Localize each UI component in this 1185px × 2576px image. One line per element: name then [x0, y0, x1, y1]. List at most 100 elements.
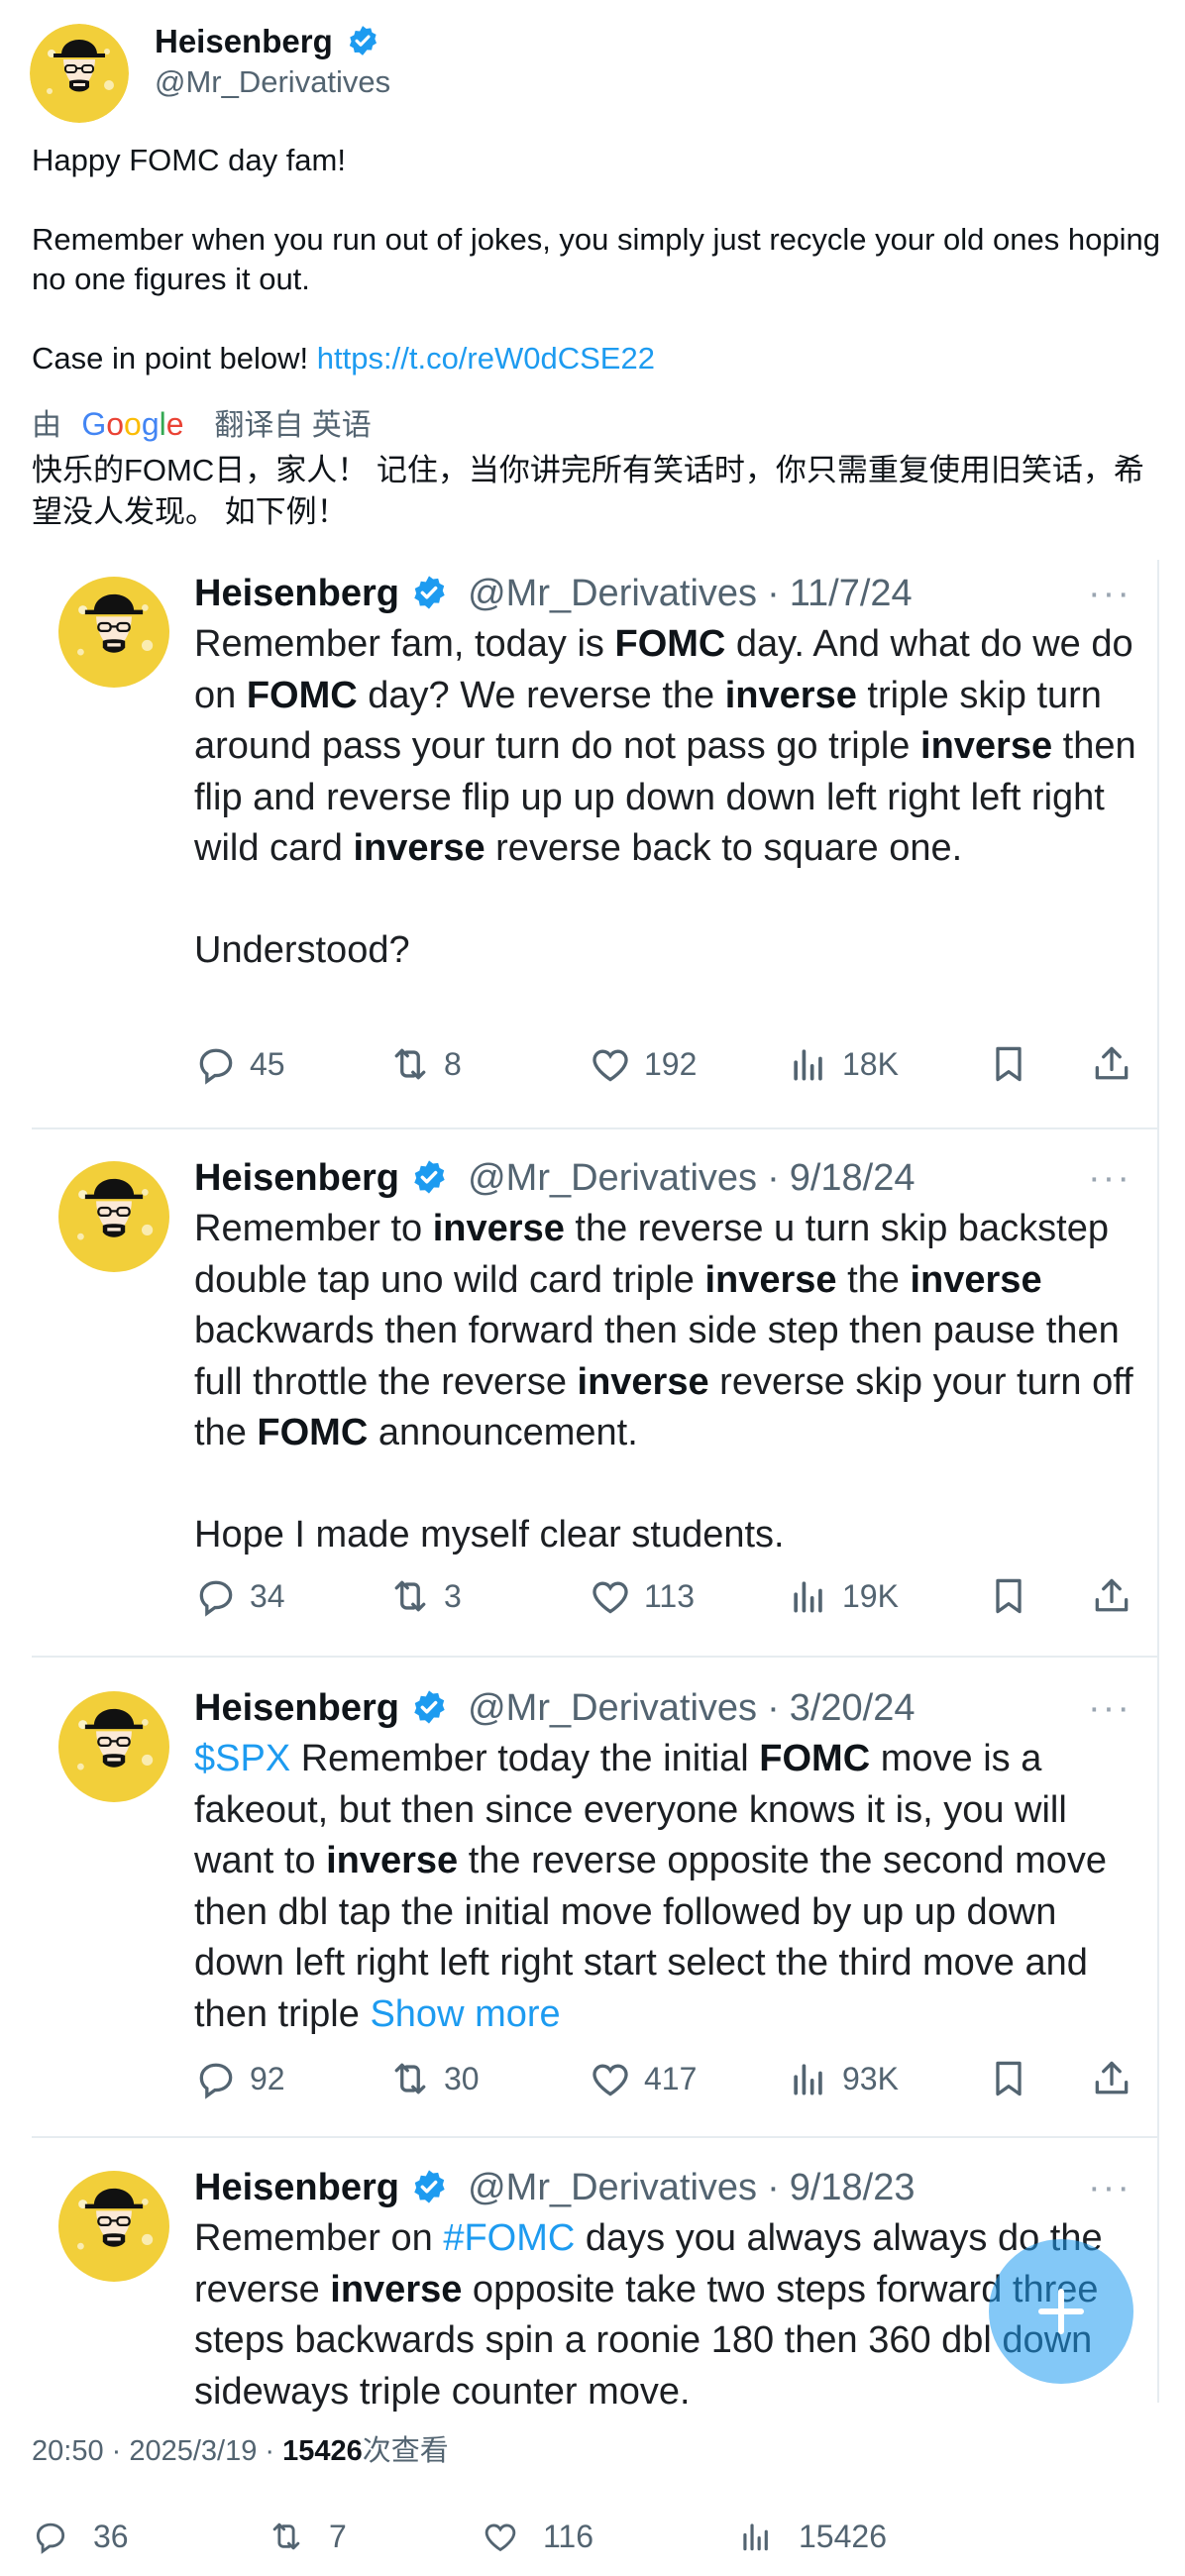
like-icon — [589, 1574, 632, 1618]
like-count: 116 — [543, 2518, 594, 2554]
retweet-icon — [268, 2518, 305, 2555]
views-stat: 19K — [787, 1568, 899, 1624]
hashtag-link[interactable]: #FOMC — [443, 2217, 575, 2259]
views-button[interactable]: 15426 — [737, 2512, 887, 2561]
retweet-icon — [388, 2057, 432, 2100]
verified-badge-icon — [410, 2168, 448, 2205]
reply-button[interactable]: 36 — [32, 2512, 129, 2561]
quoted-date: 11/7/24 — [789, 573, 913, 614]
tweet-line-3: Case in point below! https://t.co/reW0dC… — [32, 339, 1161, 378]
author-avatar[interactable] — [30, 24, 129, 123]
quoted-avatar-icon — [58, 1691, 169, 1802]
retweet-button[interactable]: 7 — [268, 2512, 347, 2561]
reply-count: 36 — [93, 2518, 129, 2554]
bookmark-stat — [987, 1568, 1042, 1624]
retweet-count: 3 — [444, 1577, 462, 1614]
like-icon — [589, 1042, 632, 1086]
quoted-name: Heisenberg — [194, 573, 399, 614]
author-name-row[interactable]: Heisenberg — [155, 20, 379, 63]
tweet-line-3-prefix: Case in point below! — [32, 341, 309, 376]
reply-count: 45 — [250, 1045, 285, 1082]
quoted-header: Heisenberg @Mr_Derivatives · 3/20/24 — [194, 1687, 916, 1729]
quoted-date: 3/20/24 — [789, 1687, 916, 1729]
share-icon — [1090, 1042, 1133, 1086]
verified-badge-icon — [410, 1158, 448, 1196]
show-more-link[interactable]: Show more — [370, 1993, 560, 2035]
quoted-header: Heisenberg @Mr_Derivatives · 9/18/23 — [194, 2167, 916, 2208]
reply-icon — [194, 1042, 238, 1086]
plus-icon — [1038, 2289, 1084, 2334]
author-name[interactable]: Heisenberg — [155, 23, 333, 59]
like-stat: 417 — [589, 2051, 697, 2106]
quoted-date: 9/18/24 — [789, 1157, 916, 1199]
quoted-avatar-icon — [58, 577, 169, 688]
quoted-actions: 92 30 417 93K — [194, 2051, 1145, 2106]
reply-count: 92 — [250, 2060, 285, 2096]
quoted-handle: @Mr_Derivatives — [468, 1687, 758, 1729]
tweet-link[interactable]: https://t.co/reW0dCSE22 — [317, 341, 655, 376]
author-handle[interactable]: @Mr_Derivatives — [155, 61, 390, 103]
verified-badge-icon — [410, 1688, 448, 1726]
bookmark-icon — [987, 1042, 1030, 1086]
tweet-line-2: Remember when you run out of jokes, you … — [32, 222, 1160, 296]
views-icon — [787, 1574, 830, 1618]
tweet-view-label: 次查看 — [362, 2435, 449, 2467]
views-count: 19K — [842, 1577, 899, 1614]
like-stat: 113 — [589, 1568, 695, 1624]
like-button[interactable]: 116 — [482, 2512, 593, 2561]
views-icon — [787, 1042, 830, 1086]
tweet-meta: 20:50 · 2025/3/19 · 15426次查看 — [32, 2431, 449, 2471]
quoted-avatar-icon — [58, 2171, 169, 2282]
retweet-count: 8 — [444, 1045, 462, 1082]
like-stat: 192 — [589, 1036, 697, 1092]
verified-badge-icon — [346, 24, 379, 57]
translation-source: 翻译自 英语 — [214, 409, 372, 442]
retweet-icon — [388, 1574, 432, 1618]
more-options-icon: ··· — [1088, 1687, 1131, 1729]
quoted-name: Heisenberg — [194, 2167, 399, 2208]
quoted-date: 9/18/23 — [789, 2167, 916, 2208]
translation-attribution[interactable]: 由 Google 翻译自 英语 — [32, 404, 372, 446]
heisenberg-avatar-icon — [30, 24, 129, 123]
reply-icon — [194, 1574, 238, 1618]
quoted-tweet-4[interactable]: Heisenberg @Mr_Derivatives · 9/18/23 ··· R… — [32, 2154, 1157, 2413]
like-icon — [482, 2518, 519, 2555]
retweet-stat: 8 — [388, 1036, 462, 1092]
like-count: 417 — [644, 2060, 698, 2096]
tweet-timestamp[interactable]: 20:50 · 2025/3/19 · — [32, 2435, 282, 2467]
retweet-icon — [388, 1042, 432, 1086]
translation-by: 由 — [32, 409, 61, 442]
cashtag-link[interactable]: $SPX — [194, 1738, 290, 1779]
like-icon — [589, 2057, 632, 2100]
views-stat: 18K — [787, 1036, 899, 1092]
google-logo: Google — [81, 406, 184, 442]
quoted-tweet-1[interactable]: Heisenberg @Mr_Derivatives · 11/7/24 ··· R… — [32, 560, 1157, 1129]
verified-badge-icon — [410, 574, 448, 611]
share-stat — [1090, 1568, 1145, 1624]
quoted-tweet-3[interactable]: Heisenberg @Mr_Derivatives · 3/20/24 ··· $… — [32, 1674, 1157, 2138]
compose-button[interactable] — [989, 2239, 1133, 2384]
bookmark-icon — [987, 2057, 1030, 2100]
share-stat — [1090, 2051, 1145, 2106]
quoted-header: Heisenberg @Mr_Derivatives · 9/18/24 — [194, 1157, 916, 1199]
quoted-avatar-icon — [58, 1161, 169, 1272]
bookmark-icon — [987, 1574, 1030, 1618]
retweet-stat: 30 — [388, 2051, 480, 2106]
more-options-icon: ··· — [1088, 573, 1131, 614]
quoted-body: Remember to inverse the reverse u turn s… — [194, 1208, 1133, 1556]
reply-stat: 34 — [194, 1568, 285, 1624]
like-count: 192 — [644, 1045, 698, 1082]
quoted-last-line: Understood? — [194, 929, 410, 971]
quoted-header: Heisenberg @Mr_Derivatives · 11/7/24 — [194, 573, 913, 614]
quoted-handle: @Mr_Derivatives — [468, 1157, 758, 1199]
views-count: 15426 — [799, 2518, 887, 2554]
bookmark-stat — [987, 2051, 1042, 2106]
reply-count: 34 — [250, 1577, 285, 1614]
quoted-handle: @Mr_Derivatives — [468, 573, 758, 614]
quoted-tweet-2[interactable]: Heisenberg @Mr_Derivatives · 9/18/24 ··· R… — [32, 1144, 1157, 1658]
tweet-view-count: 15426 — [282, 2435, 363, 2467]
views-stat: 93K — [787, 2051, 899, 2106]
tweet-line-1: Happy FOMC day fam! — [32, 143, 346, 177]
translation-text: 快乐的FOMC日，家人！ 记住，当你讲完所有笑话时，你只需重复使用旧笑话，希望没… — [32, 453, 1144, 529]
views-count: 18K — [842, 1045, 899, 1082]
